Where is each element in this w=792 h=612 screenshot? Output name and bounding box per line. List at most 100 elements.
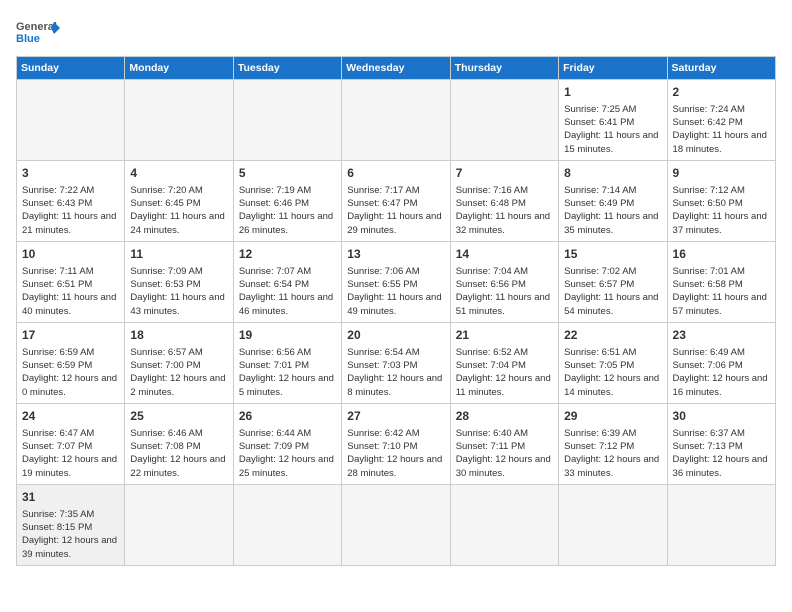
day-info: Sunrise: 7:07 AM Sunset: 6:54 PM Dayligh… [239,265,336,318]
calendar-day-cell [233,80,341,161]
day-info: Sunrise: 6:56 AM Sunset: 7:01 PM Dayligh… [239,346,336,399]
day-info: Sunrise: 7:02 AM Sunset: 6:57 PM Dayligh… [564,265,661,318]
day-number: 8 [564,165,661,182]
weekday-header-friday: Friday [559,57,667,80]
day-info: Sunrise: 7:22 AM Sunset: 6:43 PM Dayligh… [22,184,119,237]
day-number: 27 [347,408,444,425]
day-info: Sunrise: 7:24 AM Sunset: 6:42 PM Dayligh… [673,103,770,156]
calendar-day-cell [667,484,775,565]
day-number: 14 [456,246,553,263]
calendar-day-cell: 9 Sunrise: 7:12 AM Sunset: 6:50 PM Daylig… [667,160,775,241]
day-number: 2 [673,84,770,101]
calendar-day-cell [233,484,341,565]
day-info: Sunrise: 6:51 AM Sunset: 7:05 PM Dayligh… [564,346,661,399]
day-number: 21 [456,327,553,344]
day-info: Sunrise: 6:42 AM Sunset: 7:10 PM Dayligh… [347,427,444,480]
calendar-day-cell: 23 Sunrise: 6:49 AM Sunset: 7:06 PM Dayli… [667,322,775,403]
day-number: 5 [239,165,336,182]
day-info: Sunrise: 7:16 AM Sunset: 6:48 PM Dayligh… [456,184,553,237]
weekday-header-monday: Monday [125,57,233,80]
day-number: 12 [239,246,336,263]
weekday-header-row: SundayMondayTuesdayWednesdayThursdayFrid… [17,57,776,80]
weekday-header-thursday: Thursday [450,57,558,80]
day-number: 25 [130,408,227,425]
calendar-week-row: 10 Sunrise: 7:11 AM Sunset: 6:51 PM Dayli… [17,241,776,322]
weekday-header-wednesday: Wednesday [342,57,450,80]
calendar-day-cell [559,484,667,565]
day-number: 1 [564,84,661,101]
calendar-day-cell: 29Sunrise: 6:39 AM Sunset: 7:12 PM Dayli… [559,403,667,484]
day-number: 10 [22,246,119,263]
day-info: Sunrise: 7:19 AM Sunset: 6:46 PM Dayligh… [239,184,336,237]
weekday-header-tuesday: Tuesday [233,57,341,80]
day-info: Sunrise: 7:06 AM Sunset: 6:55 PM Dayligh… [347,265,444,318]
calendar-table: SundayMondayTuesdayWednesdayThursdayFrid… [16,56,776,566]
day-info: Sunrise: 7:14 AM Sunset: 6:49 PM Dayligh… [564,184,661,237]
day-info: Sunrise: 7:17 AM Sunset: 6:47 PM Dayligh… [347,184,444,237]
weekday-header-sunday: Sunday [17,57,125,80]
calendar-day-cell [342,80,450,161]
calendar-day-cell: 31Sunrise: 7:35 AM Sunset: 8:15 PM Dayli… [17,484,125,565]
day-info: Sunrise: 7:12 AM Sunset: 6:50 PM Dayligh… [673,184,770,237]
day-number: 11 [130,246,227,263]
day-number: 17 [22,327,119,344]
day-info: Sunrise: 6:54 AM Sunset: 7:03 PM Dayligh… [347,346,444,399]
day-info: Sunrise: 6:46 AM Sunset: 7:08 PM Dayligh… [130,427,227,480]
calendar-day-cell: 27 Sunrise: 6:42 AM Sunset: 7:10 PM Dayli… [342,403,450,484]
calendar-day-cell [450,484,558,565]
calendar-week-row: 17Sunrise: 6:59 AM Sunset: 6:59 PM Dayli… [17,322,776,403]
day-number: 23 [673,327,770,344]
day-info: Sunrise: 7:20 AM Sunset: 6:45 PM Dayligh… [130,184,227,237]
calendar-day-cell: 4 Sunrise: 7:20 AM Sunset: 6:45 PM Daylig… [125,160,233,241]
day-number: 4 [130,165,227,182]
calendar-day-cell: 10 Sunrise: 7:11 AM Sunset: 6:51 PM Dayli… [17,241,125,322]
day-info: Sunrise: 6:49 AM Sunset: 7:06 PM Dayligh… [673,346,770,399]
day-info: Sunrise: 7:04 AM Sunset: 6:56 PM Dayligh… [456,265,553,318]
day-number: 13 [347,246,444,263]
calendar-week-row: 24Sunrise: 6:47 AM Sunset: 7:07 PM Dayli… [17,403,776,484]
calendar-day-cell: 3 Sunrise: 7:22 AM Sunset: 6:43 PM Daylig… [17,160,125,241]
calendar-day-cell [17,80,125,161]
calendar-day-cell: 28 Sunrise: 6:40 AM Sunset: 7:11 PM Dayli… [450,403,558,484]
day-number: 24 [22,408,119,425]
day-number: 31 [22,489,119,506]
calendar-day-cell: 13 Sunrise: 7:06 AM Sunset: 6:55 PM Dayli… [342,241,450,322]
calendar-day-cell: 22 Sunrise: 6:51 AM Sunset: 7:05 PM Dayli… [559,322,667,403]
calendar-day-cell [125,80,233,161]
day-number: 15 [564,246,661,263]
logo-svg: General Blue [16,16,60,48]
calendar-day-cell: 16Sunrise: 7:01 AM Sunset: 6:58 PM Dayli… [667,241,775,322]
calendar-day-cell: 26Sunrise: 6:44 AM Sunset: 7:09 PM Dayli… [233,403,341,484]
day-number: 18 [130,327,227,344]
calendar-day-cell: 2 Sunrise: 7:24 AM Sunset: 6:42 PM Daylig… [667,80,775,161]
day-number: 30 [673,408,770,425]
calendar-day-cell: 7Sunrise: 7:16 AM Sunset: 6:48 PM Daylig… [450,160,558,241]
day-number: 22 [564,327,661,344]
calendar-day-cell: 12 Sunrise: 7:07 AM Sunset: 6:54 PM Dayli… [233,241,341,322]
calendar-day-cell [342,484,450,565]
day-info: Sunrise: 7:11 AM Sunset: 6:51 PM Dayligh… [22,265,119,318]
calendar-day-cell: 1 Sunrise: 7:25 AM Sunset: 6:41 PM Daylig… [559,80,667,161]
day-info: Sunrise: 7:25 AM Sunset: 6:41 PM Dayligh… [564,103,661,156]
svg-text:General: General [16,21,57,33]
calendar-day-cell: 30Sunrise: 6:37 AM Sunset: 7:13 PM Dayli… [667,403,775,484]
calendar-day-cell: 17Sunrise: 6:59 AM Sunset: 6:59 PM Dayli… [17,322,125,403]
calendar-day-cell: 21Sunrise: 6:52 AM Sunset: 7:04 PM Dayli… [450,322,558,403]
day-number: 3 [22,165,119,182]
calendar-day-cell: 5 Sunrise: 7:19 AM Sunset: 6:46 PM Daylig… [233,160,341,241]
day-info: Sunrise: 6:57 AM Sunset: 7:00 PM Dayligh… [130,346,227,399]
logo: General Blue [16,16,60,48]
day-info: Sunrise: 6:40 AM Sunset: 7:11 PM Dayligh… [456,427,553,480]
page-header: General Blue [16,16,776,48]
calendar-week-row: 3 Sunrise: 7:22 AM Sunset: 6:43 PM Daylig… [17,160,776,241]
calendar-week-row: 31Sunrise: 7:35 AM Sunset: 8:15 PM Dayli… [17,484,776,565]
day-number: 29 [564,408,661,425]
day-number: 28 [456,408,553,425]
day-number: 9 [673,165,770,182]
calendar-day-cell: 24Sunrise: 6:47 AM Sunset: 7:07 PM Dayli… [17,403,125,484]
day-number: 20 [347,327,444,344]
calendar-week-row: 1 Sunrise: 7:25 AM Sunset: 6:41 PM Daylig… [17,80,776,161]
calendar-day-cell [450,80,558,161]
day-number: 19 [239,327,336,344]
calendar-day-cell [125,484,233,565]
